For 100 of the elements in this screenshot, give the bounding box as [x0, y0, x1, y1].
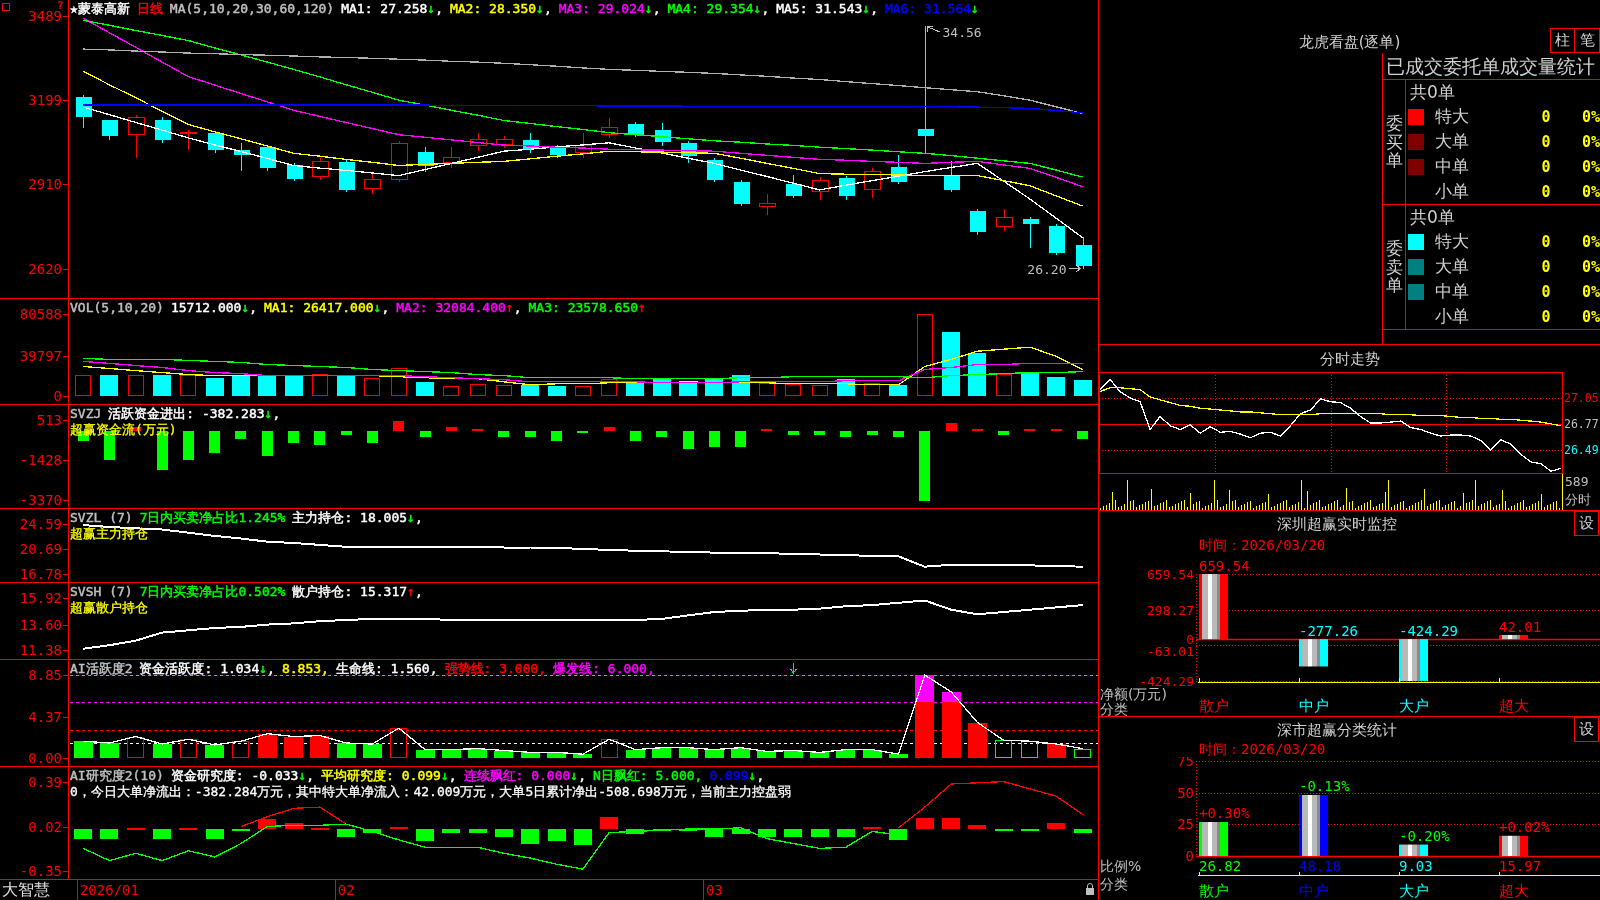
- legend-separator: ,: [381, 300, 390, 315]
- trend-arrow: ↓: [241, 300, 250, 315]
- volume-scale-label: 589: [1565, 474, 1589, 490]
- axis-tick-label: 26.77: [1564, 416, 1599, 431]
- chart-subtitle: 时间：2026/03/20: [1199, 742, 1326, 757]
- legend-text: MA1: 26417.000: [264, 300, 374, 315]
- category-label: 大户: [1399, 882, 1429, 900]
- axis-title: 分类: [1100, 876, 1128, 892]
- category-label: 中户: [1299, 882, 1329, 900]
- trend-arrow: ↓: [748, 768, 757, 783]
- legend-text: MA4: 29.354: [667, 1, 754, 16]
- legend-text: MA2: 28.350: [449, 1, 537, 16]
- order-type: 特大: [1435, 105, 1469, 128]
- axis-tick-label: 0.39: [28, 773, 62, 790]
- trend-arrow: ↑: [407, 584, 415, 599]
- trend-arrow: ↓: [536, 1, 544, 16]
- trend-arrow: ↓: [971, 1, 979, 16]
- order-count: 0: [1541, 307, 1551, 326]
- order-share: 0%: [1581, 107, 1600, 126]
- axis-tick-label: 15.92: [19, 590, 62, 606]
- legend-text: MA3: 23578.650: [528, 300, 639, 315]
- order-type: 特大: [1435, 230, 1469, 253]
- order-count: 0: [1541, 182, 1551, 201]
- category-label: 中户: [1299, 697, 1329, 715]
- trend-arrow: ↓: [259, 661, 268, 676]
- axis-tick-label: 11.38: [19, 642, 62, 659]
- axis-tick-label: 0: [1185, 848, 1194, 864]
- change-label: +0.30%: [1199, 805, 1250, 822]
- chart-subtitle: 时间：2026/03/20: [1199, 537, 1326, 553]
- axis-title: 净额(万元): [1100, 686, 1167, 702]
- category-label: 散户: [1199, 697, 1229, 715]
- legend-text: MA5: 31.543: [776, 1, 863, 16]
- legend-text: 散户持仓: 15.317: [292, 584, 408, 599]
- legend-text: 强势线: 3.000,: [444, 661, 547, 676]
- legend-separator: ,: [761, 1, 770, 16]
- price-annotation: 26.20: [1027, 261, 1067, 277]
- legend-separator: ,: [435, 1, 443, 16]
- order-total: 共0单: [1410, 206, 1455, 229]
- legend-separator: ,: [543, 1, 552, 16]
- bar-value-label: 15.97: [1499, 858, 1542, 874]
- category-label: 大户: [1399, 697, 1429, 715]
- indicator-name: SVSH (7): [70, 584, 133, 599]
- legend-separator: ,: [448, 768, 457, 783]
- trend-arrow: ↓: [407, 510, 415, 525]
- bar-value-label: 42.01: [1499, 618, 1542, 635]
- axis-tick-label: 25: [1177, 816, 1194, 833]
- order-share: 0%: [1581, 282, 1600, 301]
- axis-tick-label: 2620: [28, 260, 62, 277]
- legend-separator: ,: [267, 661, 275, 676]
- panel-title: 龙虎看盘(逐单): [1298, 32, 1401, 53]
- date-label: 2026/01: [79, 882, 139, 898]
- axis-tick-label: 8.85: [28, 667, 62, 684]
- category-label: 超大: [1499, 697, 1529, 715]
- legend-separator: ,: [414, 584, 423, 599]
- legend-separator: ,: [578, 768, 586, 783]
- axis-tick-label: 4.37: [28, 709, 62, 726]
- order-type: 小单: [1435, 180, 1469, 203]
- indicator-name: SVZL (7): [70, 510, 133, 525]
- axis-tick-label: 0.02: [28, 818, 62, 835]
- order-type: 大单: [1435, 255, 1469, 278]
- legend-separator: ,: [249, 300, 258, 315]
- trend-arrow: ↓: [440, 768, 449, 783]
- bar-value-label: 48.18: [1299, 858, 1342, 874]
- axis-tick-label: 16.78: [19, 566, 62, 583]
- order-share: 0%: [1581, 182, 1600, 201]
- legend-text: 平均研究度: 0.099: [321, 768, 441, 783]
- axis-tick-label: 13.60: [19, 616, 62, 633]
- legend-text: 7日内买卖净占比1.245%: [139, 510, 286, 525]
- order-share: 0%: [1581, 307, 1600, 326]
- axis-tick-label: 2910: [28, 176, 62, 193]
- indicator-caption: 超赢散户持仓: [70, 600, 148, 615]
- panel-title: 深市超赢分类统计: [1276, 719, 1397, 741]
- legend-text: 0.099: [709, 768, 749, 783]
- indicator-caption: 超赢主力持仓: [70, 526, 148, 541]
- change-label: -0.13%: [1299, 777, 1350, 794]
- axis-tick-label: 27.05: [1564, 390, 1599, 405]
- indicator-caption: 0，今日大单净流出：-382.284万元，其中特大单净流入：42.009万元，大单5日累计净出-508.698万元，当前主力控盘弱: [70, 784, 791, 799]
- group-label: 委卖单: [1385, 238, 1403, 296]
- change-label: -0.20%: [1399, 827, 1450, 844]
- indicator-name: AI研究度2(10): [70, 768, 164, 783]
- legend-text: 资金活跃度: 1.034: [139, 661, 260, 676]
- axis-tick-label: -0.35: [19, 863, 62, 880]
- trend-arrow: ↓: [570, 768, 579, 783]
- legend-separator: ,: [513, 300, 522, 315]
- order-type: 中单: [1435, 155, 1469, 178]
- trend-arrow: ↓: [862, 1, 871, 16]
- order-type: 小单: [1435, 305, 1469, 328]
- order-count: 0: [1541, 257, 1551, 276]
- legend-text: 日线: [136, 1, 163, 16]
- legend-text: 连续飘红: 0.000: [463, 768, 571, 783]
- axis-tick-label: -1428: [19, 452, 62, 469]
- brand-label: 大智慧: [2, 880, 51, 900]
- axis-tick-label: 26.49: [1564, 442, 1599, 457]
- panel-title: 深圳超赢实时监控: [1276, 514, 1397, 535]
- group-label: 委买单: [1385, 113, 1403, 171]
- order-share: 0%: [1581, 257, 1600, 276]
- legend-separator: ,: [272, 406, 281, 421]
- axis-tick-label: -3370: [19, 492, 62, 508]
- order-count: 0: [1541, 157, 1551, 176]
- trend-arrow: ↓: [373, 300, 382, 315]
